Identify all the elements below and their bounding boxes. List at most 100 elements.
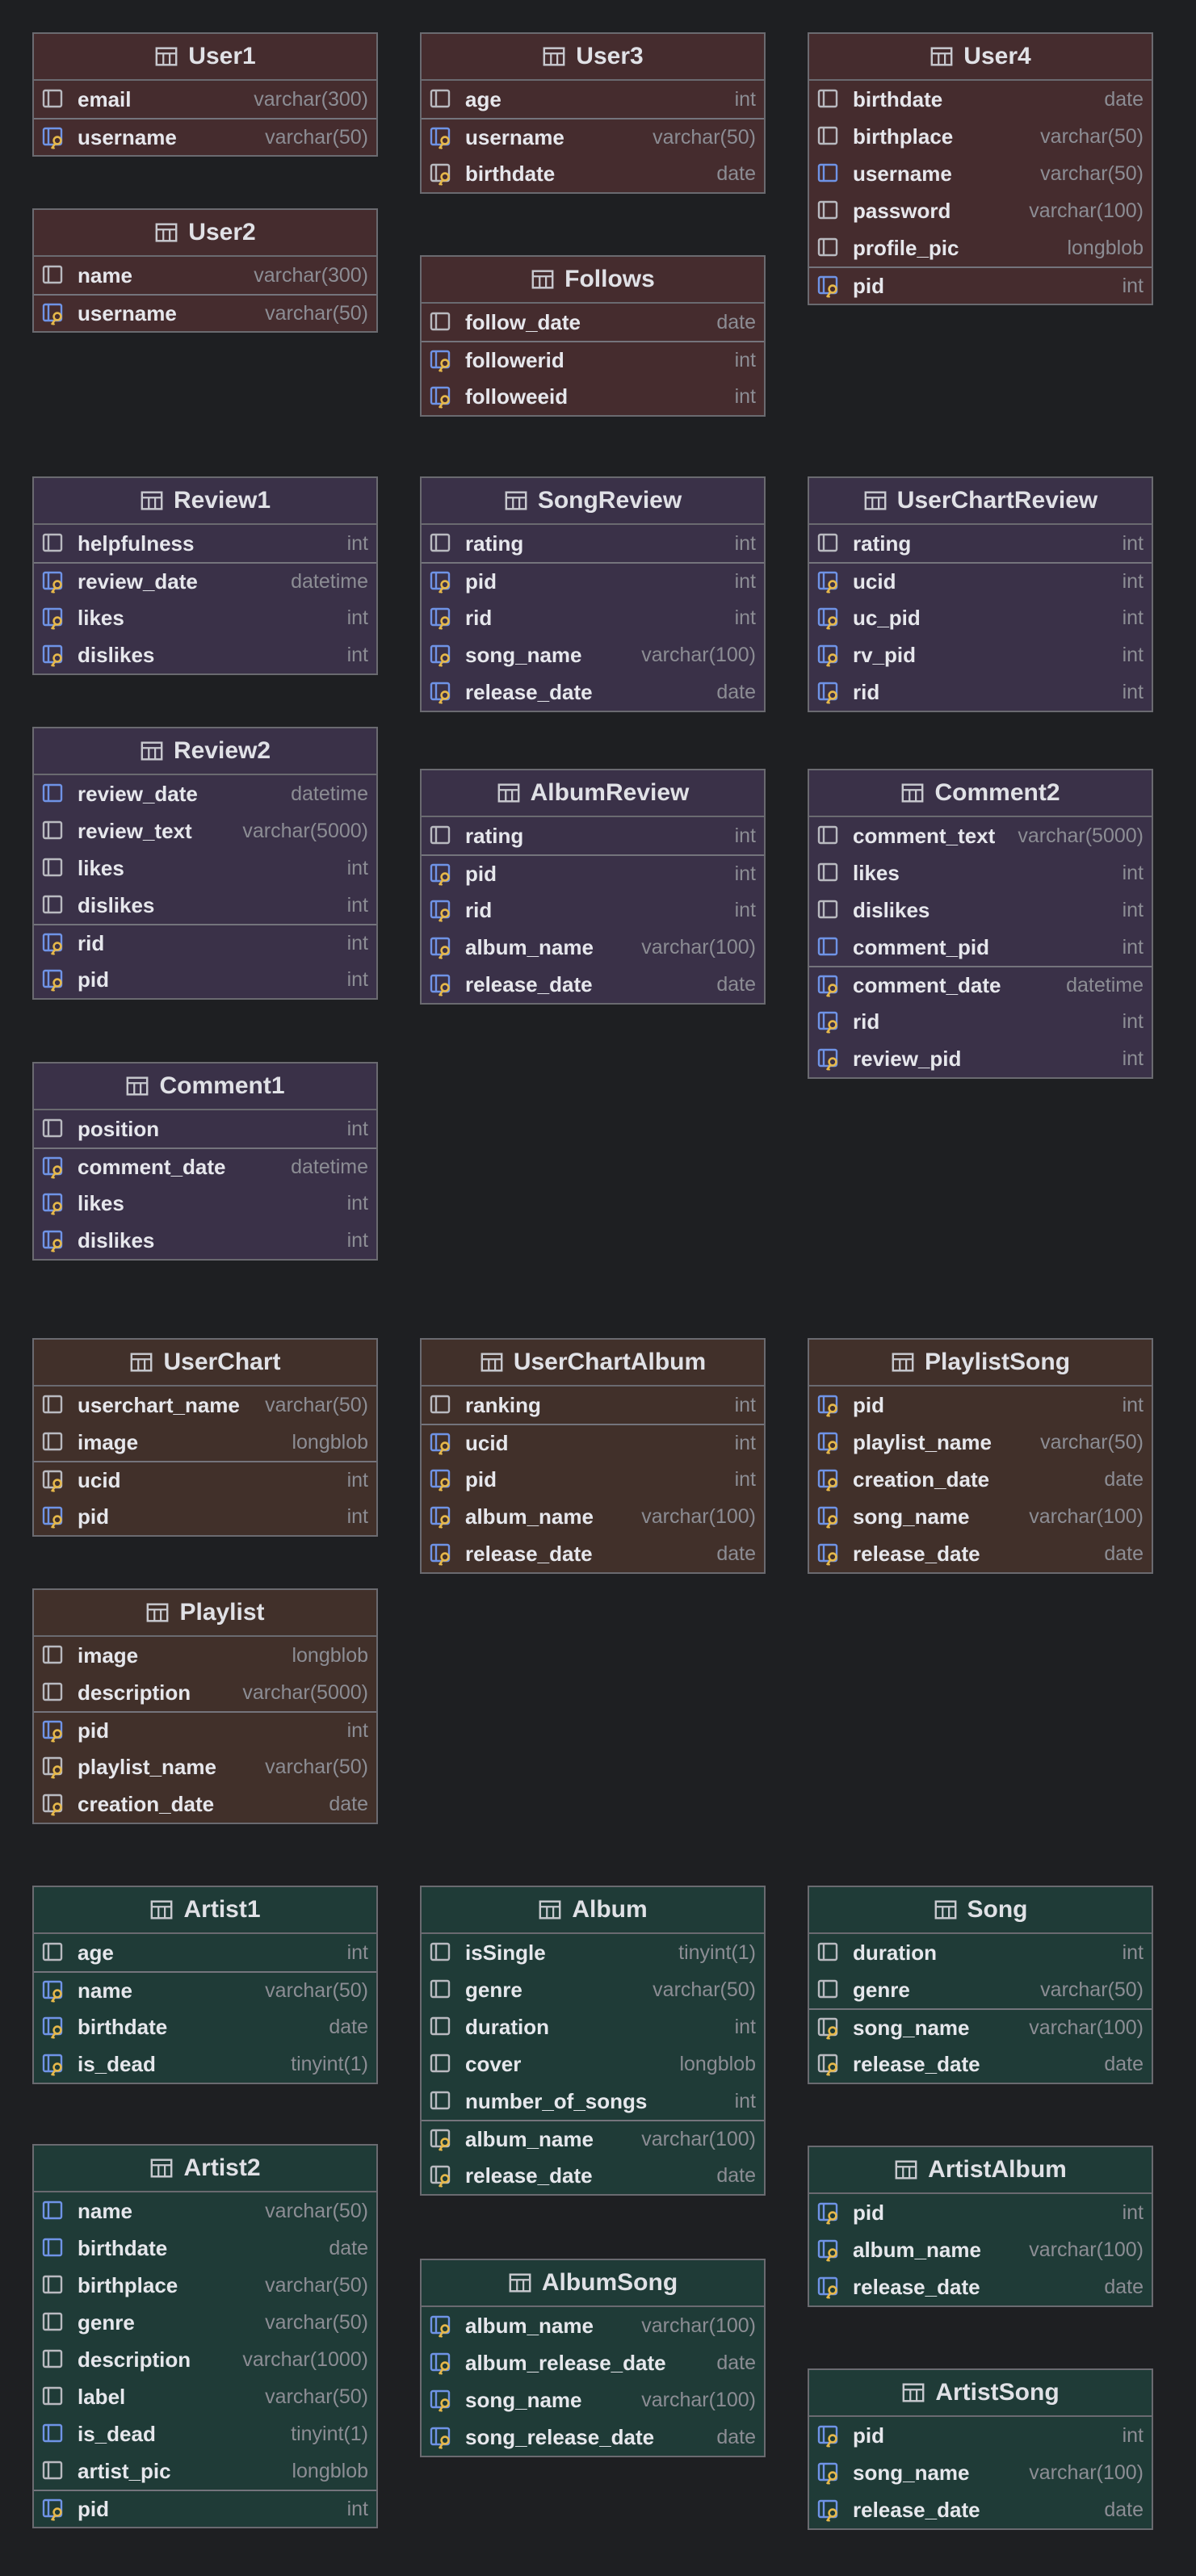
table-header[interactable]: UserChart xyxy=(34,1340,376,1387)
table-comment1[interactable]: Comment1 position int comment_date datetime l… xyxy=(32,1062,378,1261)
column-row[interactable]: review_pid int xyxy=(809,1040,1152,1077)
column-row[interactable]: comment_date datetime xyxy=(809,966,1152,1003)
column-row[interactable]: artist_pic longblob xyxy=(34,2452,376,2490)
column-row[interactable]: dislikes int xyxy=(34,1222,376,1259)
column-row[interactable]: position int xyxy=(34,1110,376,1147)
column-row[interactable]: song_name varchar(100) xyxy=(422,2381,764,2419)
table-song[interactable]: Song duration int genre varchar(50) song_name… xyxy=(808,1886,1153,2084)
column-row[interactable]: name varchar(300) xyxy=(34,257,376,294)
column-row[interactable]: song_name varchar(100) xyxy=(809,2454,1152,2491)
table-user2[interactable]: User2 name varchar(300) username varchar(50) xyxy=(32,208,378,333)
table-header[interactable]: Comment1 xyxy=(34,1064,376,1110)
column-row[interactable]: password varchar(100) xyxy=(809,192,1152,229)
column-row[interactable]: ucid int xyxy=(809,562,1152,599)
column-row[interactable]: uc_pid int xyxy=(809,599,1152,636)
column-row[interactable]: dislikes int xyxy=(809,892,1152,929)
column-row[interactable]: name varchar(50) xyxy=(34,1971,376,2008)
table-header[interactable]: User1 xyxy=(34,34,376,81)
column-row[interactable]: pid int xyxy=(809,266,1152,304)
column-row[interactable]: is_dead tinyint(1) xyxy=(34,2045,376,2083)
column-row[interactable]: release_date date xyxy=(422,2157,764,2194)
column-row[interactable]: rid int xyxy=(422,892,764,929)
column-row[interactable]: rv_pid int xyxy=(809,636,1152,673)
column-row[interactable]: release_date date xyxy=(809,2491,1152,2528)
column-row[interactable]: genre varchar(50) xyxy=(34,2304,376,2341)
table-user4[interactable]: User4 birthdate date birthplace varchar(50) u… xyxy=(808,32,1153,305)
table-userchartalbum[interactable]: UserChartAlbum ranking int ucid int pid int alb… xyxy=(420,1338,766,1574)
column-row[interactable]: likes int xyxy=(34,599,376,636)
column-row[interactable]: username varchar(50) xyxy=(34,294,376,331)
column-row[interactable]: cover longblob xyxy=(422,2045,764,2083)
table-comment2[interactable]: Comment2 comment_text varchar(5000) likes in… xyxy=(808,769,1153,1079)
table-header[interactable]: Album xyxy=(422,1887,764,1934)
column-row[interactable]: pid int xyxy=(34,1498,376,1535)
column-row[interactable]: review_date datetime xyxy=(34,775,376,812)
column-row[interactable]: review_date datetime xyxy=(34,562,376,599)
column-row[interactable]: pid int xyxy=(422,854,764,892)
table-header[interactable]: UserChartAlbum xyxy=(422,1340,764,1387)
column-row[interactable]: birthplace varchar(50) xyxy=(809,118,1152,155)
column-row[interactable]: rating int xyxy=(809,525,1152,562)
column-row[interactable]: song_release_date date xyxy=(422,2419,764,2456)
column-row[interactable]: pid int xyxy=(422,562,764,599)
table-artistsong[interactable]: ArtistSong pid int song_name varchar(100) rel… xyxy=(808,2368,1153,2530)
column-row[interactable]: album_name varchar(100) xyxy=(422,929,764,966)
column-row[interactable]: playlist_name varchar(50) xyxy=(809,1424,1152,1461)
column-row[interactable]: pid int xyxy=(809,2417,1152,2454)
column-row[interactable]: name varchar(50) xyxy=(34,2192,376,2230)
column-row[interactable]: comment_text varchar(5000) xyxy=(809,817,1152,854)
column-row[interactable]: rid int xyxy=(34,924,376,961)
table-header[interactable]: Artist1 xyxy=(34,1887,376,1934)
table-userchartreview[interactable]: UserChartReview rating int ucid int uc_pid int… xyxy=(808,476,1153,712)
table-header[interactable]: Review1 xyxy=(34,478,376,525)
column-row[interactable]: song_name varchar(100) xyxy=(422,636,764,673)
column-row[interactable]: release_date date xyxy=(809,1535,1152,1572)
table-header[interactable]: Artist2 xyxy=(34,2146,376,2192)
column-row[interactable]: comment_date datetime xyxy=(34,1147,376,1185)
table-albumreview[interactable]: AlbumReview rating int pid int rid int album_na… xyxy=(420,769,766,1005)
table-artist2[interactable]: Artist2 name varchar(50) birthdate date birth… xyxy=(32,2144,378,2528)
column-row[interactable]: dislikes int xyxy=(34,887,376,924)
table-header[interactable]: Comment2 xyxy=(809,770,1152,817)
column-row[interactable]: duration int xyxy=(809,1934,1152,1971)
column-row[interactable]: image longblob xyxy=(34,1637,376,1674)
table-header[interactable]: Review2 xyxy=(34,728,376,775)
column-row[interactable]: birthdate date xyxy=(809,81,1152,118)
column-row[interactable]: rating int xyxy=(422,817,764,854)
table-playlist[interactable]: Playlist image longblob description varchar(… xyxy=(32,1588,378,1824)
column-row[interactable]: birthdate date xyxy=(34,2008,376,2045)
column-row[interactable]: pid int xyxy=(809,2194,1152,2231)
column-row[interactable]: album_release_date date xyxy=(422,2344,764,2381)
column-row[interactable]: description varchar(1000) xyxy=(34,2341,376,2378)
column-row[interactable]: pid int xyxy=(34,2490,376,2527)
column-row[interactable]: duration int xyxy=(422,2008,764,2045)
table-user3[interactable]: User3 age int username varchar(50) birthdate d… xyxy=(420,32,766,194)
column-row[interactable]: genre varchar(50) xyxy=(809,1971,1152,2008)
column-row[interactable]: likes int xyxy=(34,1185,376,1222)
table-header[interactable]: UserChartReview xyxy=(809,478,1152,525)
column-row[interactable]: review_text varchar(5000) xyxy=(34,812,376,850)
column-row[interactable]: username varchar(50) xyxy=(34,118,376,155)
column-row[interactable]: ucid int xyxy=(34,1461,376,1498)
table-playlistsong[interactable]: PlaylistSong pid int playlist_name varchar(5… xyxy=(808,1338,1153,1574)
column-row[interactable]: age int xyxy=(422,81,764,118)
column-row[interactable]: comment_pid int xyxy=(809,929,1152,966)
table-header[interactable]: ArtistAlbum xyxy=(809,2147,1152,2194)
column-row[interactable]: age int xyxy=(34,1934,376,1971)
column-row[interactable]: album_name varchar(100) xyxy=(809,2231,1152,2268)
column-row[interactable]: birthplace varchar(50) xyxy=(34,2267,376,2304)
column-row[interactable]: birthdate date xyxy=(422,155,764,192)
table-header[interactable]: Song xyxy=(809,1887,1152,1934)
column-row[interactable]: ranking int xyxy=(422,1387,764,1424)
column-row[interactable]: likes int xyxy=(809,854,1152,892)
column-row[interactable]: username varchar(50) xyxy=(809,155,1152,192)
table-header[interactable]: Playlist xyxy=(34,1590,376,1637)
column-row[interactable]: isSingle tinyint(1) xyxy=(422,1934,764,1971)
column-row[interactable]: image longblob xyxy=(34,1424,376,1461)
column-row[interactable]: helpfulness int xyxy=(34,525,376,562)
column-row[interactable]: release_date date xyxy=(809,2268,1152,2305)
column-row[interactable]: rating int xyxy=(422,525,764,562)
column-row[interactable]: pid int xyxy=(34,961,376,998)
column-row[interactable]: pid int xyxy=(422,1461,764,1498)
column-row[interactable]: album_name varchar(100) xyxy=(422,2120,764,2157)
